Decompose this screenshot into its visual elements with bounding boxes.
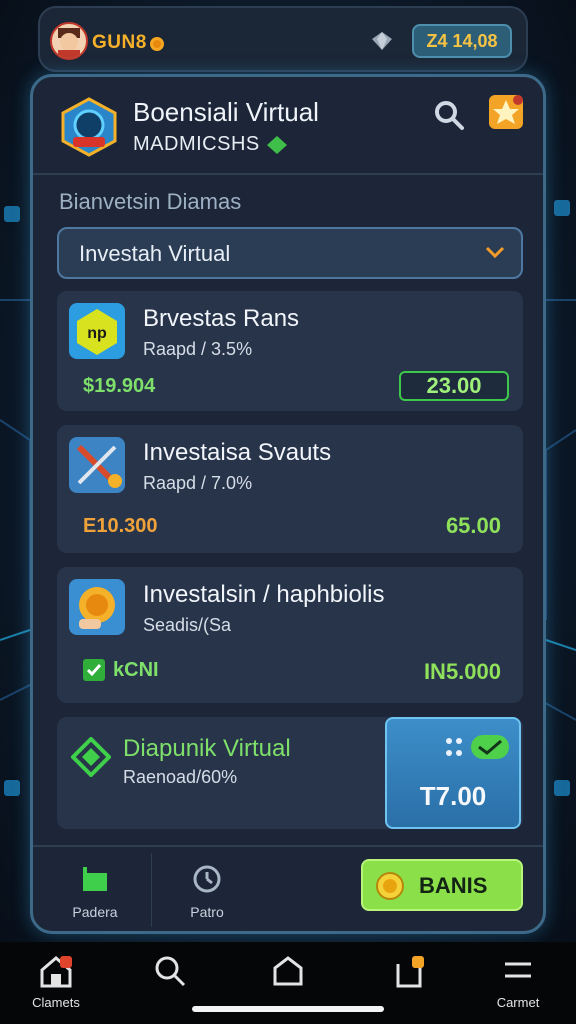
nav-label: Carmet bbox=[496, 995, 540, 1010]
card-title: Brvestas Rans bbox=[143, 305, 300, 332]
chevron-down-icon bbox=[485, 246, 505, 259]
nav-home[interactable] bbox=[248, 954, 328, 993]
balance-display[interactable]: Z4 14,08 bbox=[412, 24, 512, 58]
nav-menu[interactable]: Carmet bbox=[478, 954, 558, 1010]
crossed-tools-icon bbox=[69, 437, 125, 493]
green-diamond-icon bbox=[71, 737, 111, 777]
card-value: 65.00 bbox=[445, 513, 501, 538]
card-rate: Seadis/(Sa bbox=[143, 615, 232, 635]
cta-button[interactable]: BANIS bbox=[361, 859, 523, 911]
player-avatar[interactable] bbox=[50, 22, 88, 60]
investment-card[interactable]: Investalsin / haphbiolis Seadis/(Sa kCNI… bbox=[57, 567, 523, 703]
card-title: Investalsin / haphbiolis bbox=[143, 581, 385, 608]
search-icon bbox=[155, 956, 186, 987]
nav-home-badge[interactable]: Clamets bbox=[16, 954, 96, 1010]
investment-card[interactable]: Diapunik Virtual Raenoad/60% T7.00 bbox=[57, 717, 523, 829]
green-leaf-icon bbox=[266, 135, 287, 154]
home-icon bbox=[273, 956, 303, 986]
star-icon bbox=[493, 95, 523, 124]
investment-dropdown[interactable]: Investah Virtual bbox=[57, 227, 523, 279]
main-panel: Boensiali Virtual MADMICSHS Bianvetsin D… bbox=[30, 74, 546, 934]
dropdown-value: Investah Virtual bbox=[79, 241, 231, 266]
card-rate: Raapd / 3.5% bbox=[143, 339, 253, 359]
tab-label: Padera bbox=[72, 904, 118, 920]
cta-label: BANIS bbox=[419, 873, 488, 898]
svg-text:np: np bbox=[87, 325, 107, 342]
tab-padera[interactable]: Padera bbox=[55, 863, 135, 920]
highlight-value-box[interactable]: T7.00 bbox=[385, 717, 521, 829]
coin-hand-icon bbox=[69, 579, 125, 635]
clock-icon bbox=[193, 865, 221, 893]
investment-card[interactable]: Investaisa Svauts Raapd / 7.0% E10.300 6… bbox=[57, 425, 523, 553]
card-title: Investaisa Svauts bbox=[143, 439, 332, 466]
coin-icon bbox=[150, 37, 164, 51]
home-badge-icon bbox=[40, 956, 72, 988]
card-value: IN5.000 bbox=[423, 659, 501, 684]
nav-label: Clamets bbox=[32, 995, 80, 1010]
favorites-button[interactable] bbox=[489, 95, 523, 129]
footer-divider bbox=[33, 845, 543, 847]
menu-icon bbox=[505, 962, 531, 978]
search-icon[interactable] bbox=[433, 99, 465, 131]
card-value-pill[interactable]: 23.00 bbox=[399, 371, 509, 401]
tab-label: Patro bbox=[190, 904, 224, 920]
tab-patro[interactable]: Patro bbox=[167, 863, 247, 920]
nav-bag[interactable] bbox=[370, 954, 450, 993]
highlight-value: T7.00 bbox=[419, 781, 487, 811]
app-subtitle: MADMICSHS bbox=[133, 133, 288, 156]
diamond-icon[interactable] bbox=[370, 30, 394, 52]
wallet-icon bbox=[83, 867, 107, 891]
card-rate: Raapd / 7.0% bbox=[143, 473, 253, 493]
card-amount: E10.300 bbox=[83, 515, 158, 537]
chat-icon bbox=[446, 735, 509, 759]
app-logo-icon bbox=[61, 97, 117, 157]
card-amount: $19.904 bbox=[83, 375, 156, 397]
coin-hand-icon bbox=[376, 872, 404, 900]
card-rate: Raenoad/60% bbox=[123, 767, 238, 787]
np-badge-icon: np bbox=[69, 303, 125, 359]
investment-card[interactable]: np Brvestas Rans Raapd / 3.5% $19.904 23… bbox=[57, 291, 523, 411]
check-icon bbox=[83, 659, 105, 681]
app-title: Boensiali Virtual bbox=[133, 97, 319, 127]
bag-icon bbox=[396, 956, 424, 988]
tab-separator bbox=[151, 853, 152, 927]
header-divider bbox=[33, 173, 543, 175]
card-amount: kCNI bbox=[113, 659, 159, 681]
top-status-bar: GUN8 Z4 14,08 bbox=[38, 6, 528, 72]
card-title: Diapunik Virtual bbox=[123, 735, 291, 762]
home-indicator[interactable] bbox=[192, 1006, 384, 1012]
section-label: Bianvetsin Diamas bbox=[59, 189, 242, 214]
nav-search[interactable] bbox=[130, 954, 210, 993]
coin-label: GUN8 bbox=[92, 32, 147, 53]
